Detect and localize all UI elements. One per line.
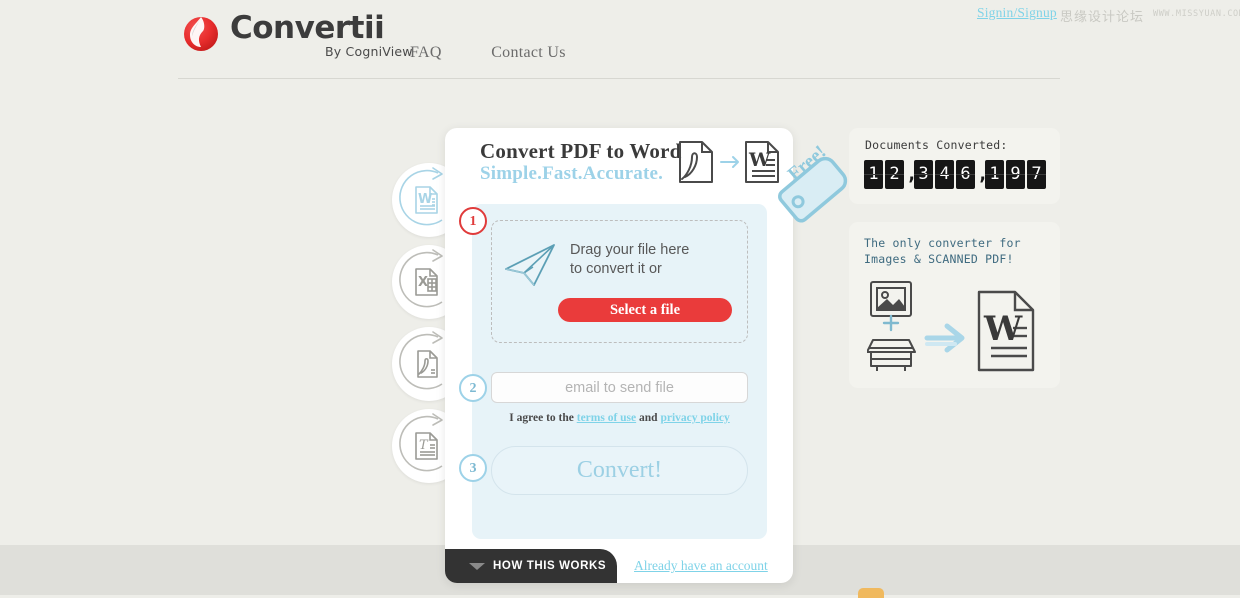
card-footer: HOW THIS WORKS Already have an account xyxy=(445,547,793,583)
how-this-works-label: HOW THIS WORKS xyxy=(493,560,607,572)
terms-agreement-text: I agree to the terms of use and privacy … xyxy=(472,412,767,424)
agree-prefix: I agree to the xyxy=(509,412,577,424)
dropzone-instruction: Drag your file here to convert it or xyxy=(570,241,689,279)
paper-plane-icon xyxy=(500,239,562,296)
privacy-policy-link[interactable]: privacy policy xyxy=(660,412,729,424)
counter-digit: 6 xyxy=(956,160,975,189)
counter-digit: 1 xyxy=(864,160,883,189)
svg-text:T: T xyxy=(419,438,429,453)
svg-text:W: W xyxy=(748,149,771,171)
card-title: Convert PDF to Word xyxy=(480,139,682,163)
chevron-down-icon xyxy=(469,563,485,570)
how-this-works-tab[interactable]: HOW THIS WORKS xyxy=(445,549,617,583)
counter-digits: 1 2,3 4 6,1 9 7 xyxy=(864,160,1048,189)
file-dropzone[interactable]: Drag your file here to convert it or Sel… xyxy=(491,220,748,343)
svg-text:X: X xyxy=(418,275,428,290)
nav-item-faq[interactable]: FAQ xyxy=(410,44,442,61)
counter-digit: 3 xyxy=(914,160,933,189)
info-line-1: The only converter for xyxy=(864,236,1021,250)
already-have-account-link[interactable]: Already have an account xyxy=(634,549,768,583)
svg-text:W: W xyxy=(983,309,1023,349)
logo-wordmark: Convertii xyxy=(230,10,385,46)
agree-mid: and xyxy=(636,412,661,424)
pdf-to-word-illustration: W xyxy=(676,136,786,193)
email-input[interactable] xyxy=(491,372,748,403)
counter-digit: 9 xyxy=(1006,160,1025,189)
conversion-steps-panel: 1 Drag your file here to convert it or S… xyxy=(459,204,767,539)
step-1-badge: 1 xyxy=(459,207,487,235)
scanned-pdf-info-panel: The only converter for Images & SCANNED … xyxy=(849,222,1060,388)
images-scanner-to-word-illustration: W xyxy=(866,278,1047,383)
counter-digit: 2 xyxy=(885,160,904,189)
page-bottom-peek-element xyxy=(858,588,884,598)
select-a-file-button[interactable]: Select a file xyxy=(558,298,732,322)
signin-signup-link[interactable]: Signin/Signup xyxy=(977,5,1057,21)
dropzone-line-1: Drag your file here xyxy=(570,242,690,258)
dropzone-line-2: to convert it or xyxy=(570,261,662,277)
logo-tagline: By CogniView xyxy=(325,44,413,59)
watermark-url: WWW.MISSYUAN.COM xyxy=(1153,9,1240,19)
nav-item-contact-us[interactable]: Contact Us xyxy=(491,44,566,61)
main-nav: FAQ Contact Us xyxy=(410,44,611,62)
converter-card: Convert PDF to Word Simple.Fast.Accurate… xyxy=(445,128,793,583)
convert-button[interactable]: Convert! xyxy=(491,446,748,495)
step-2-badge: 2 xyxy=(459,374,487,402)
header-divider xyxy=(178,78,1060,79)
counter-title: Documents Converted: xyxy=(865,138,1008,152)
step-3-badge: 3 xyxy=(459,454,487,482)
terms-of-use-link[interactable]: terms of use xyxy=(577,412,636,424)
documents-converted-panel: Documents Converted: 1 2,3 4 6,1 9 7 xyxy=(849,128,1060,204)
watermark-chinese: 思缘设计论坛 xyxy=(1060,10,1145,25)
counter-digit: 7 xyxy=(1027,160,1046,189)
counter-digit: 1 xyxy=(985,160,1004,189)
counter-separator: , xyxy=(906,163,918,185)
card-subtitle: Simple.Fast.Accurate. xyxy=(480,163,664,184)
convertii-flame-logo-icon xyxy=(178,8,224,54)
svg-text:W: W xyxy=(418,192,432,207)
info-line-2: Images & SCANNED PDF! xyxy=(864,252,1014,266)
site-header: Convertii By CogniView FAQ Contact Us Si… xyxy=(0,0,1240,90)
counter-separator: , xyxy=(977,163,989,185)
counter-digit: 4 xyxy=(935,160,954,189)
